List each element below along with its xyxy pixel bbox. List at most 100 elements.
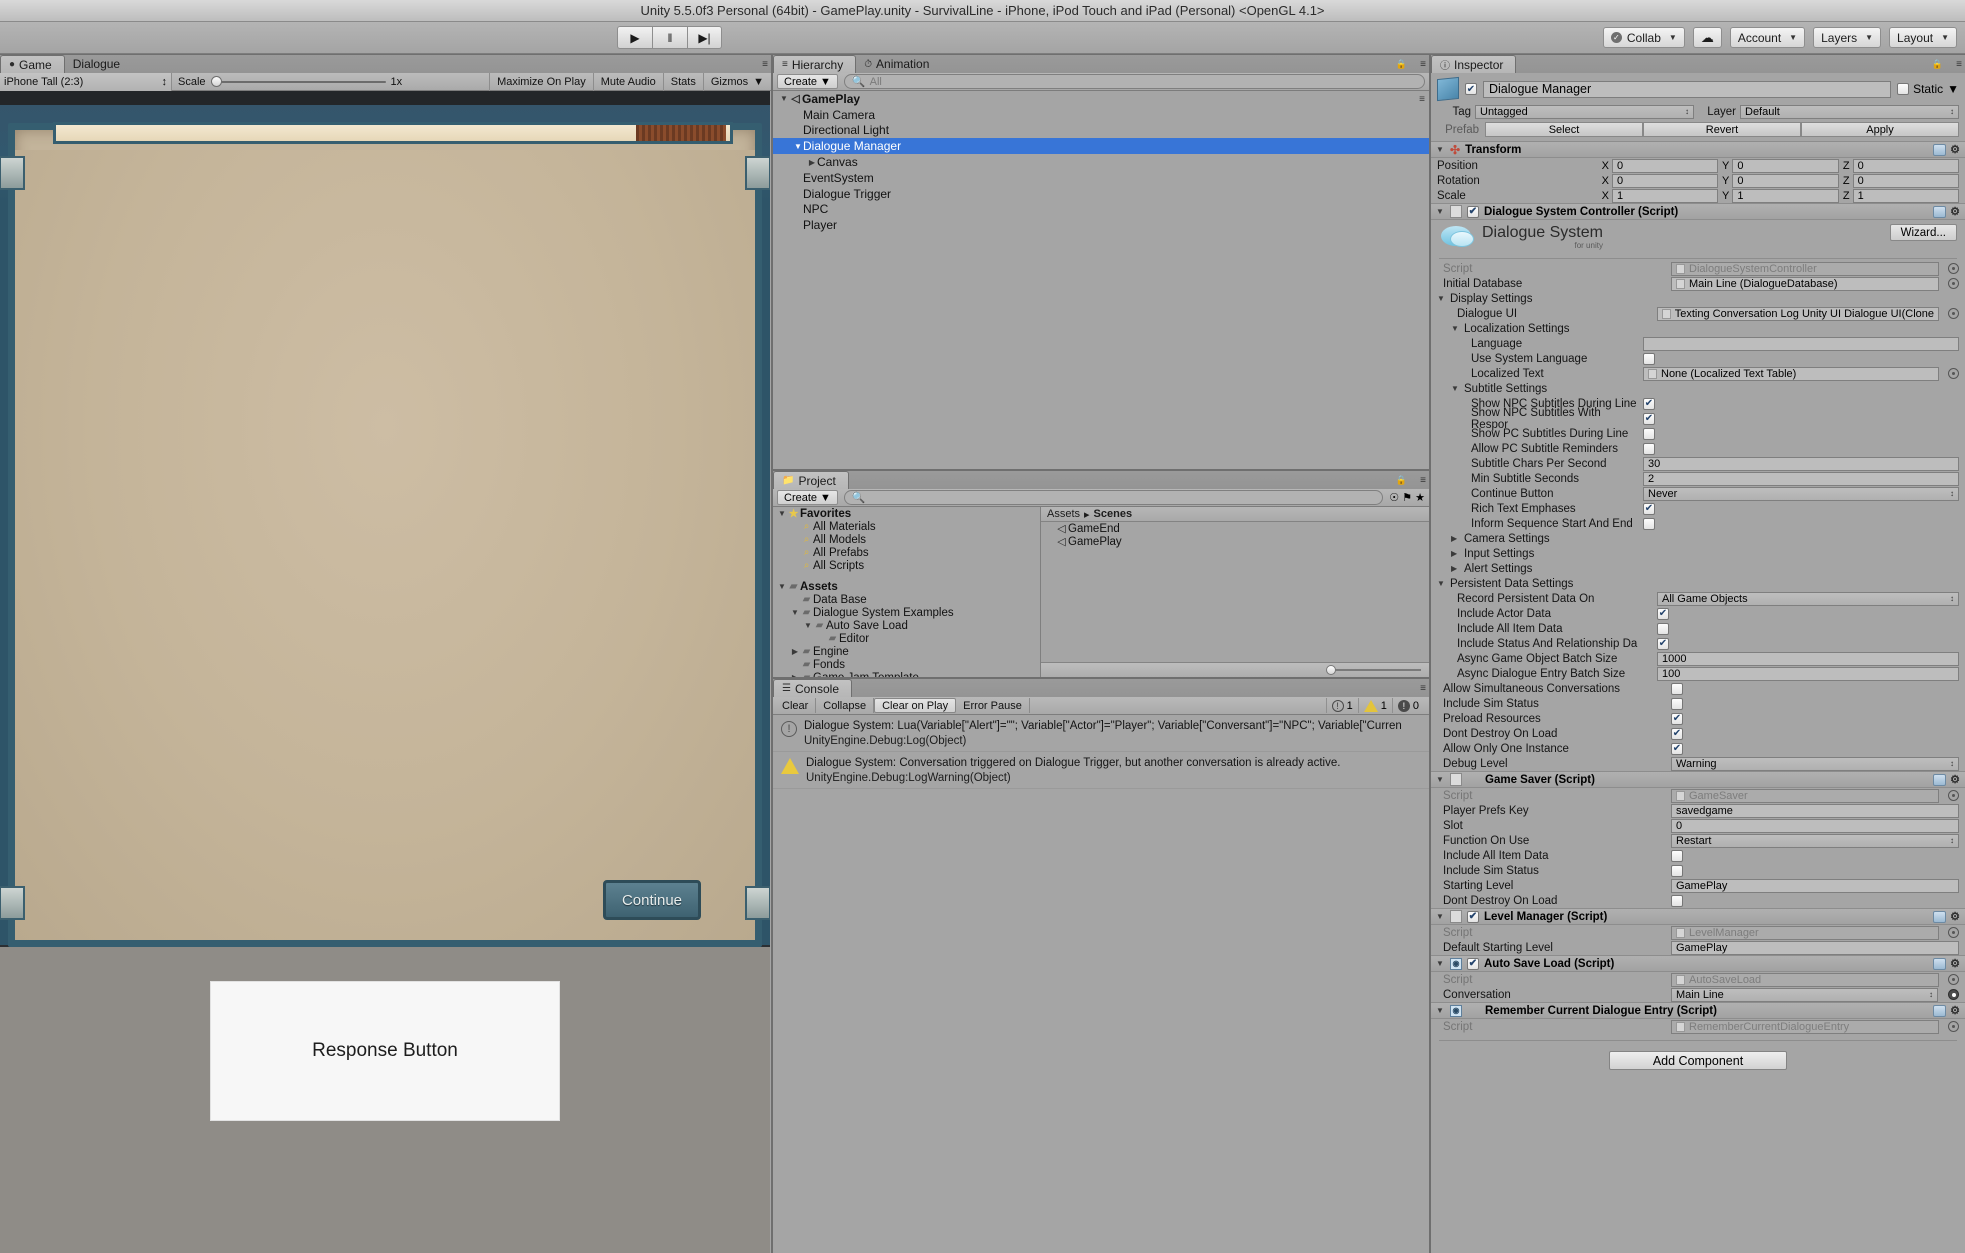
object-field-dialogue-ui[interactable]: Texting Conversation Log Unity UI Dialog… bbox=[1656, 306, 1939, 321]
gear-icon[interactable]: ⚙ bbox=[1950, 1004, 1960, 1017]
foldout-open-icon[interactable]: ▼ bbox=[790, 608, 800, 617]
console-entry[interactable]: Dialogue System: Conversation triggered … bbox=[773, 752, 1429, 789]
gameobject-enabled-checkbox[interactable] bbox=[1465, 83, 1477, 95]
gear-icon[interactable]: ⚙ bbox=[1950, 957, 1960, 970]
project-filter-icons[interactable]: ☉ ⚑ ★ bbox=[1389, 491, 1425, 504]
wizard-button[interactable]: Wizard... bbox=[1889, 224, 1957, 241]
checkbox-allow-pc-subtitle-reminders[interactable] bbox=[1643, 442, 1655, 455]
project-search-input[interactable]: 🔍 bbox=[843, 490, 1384, 505]
hierarchy-menu-icon[interactable]: ≡ bbox=[1420, 59, 1426, 70]
project-contents[interactable]: Assets ▸ Scenes ◁ GameEnd ◁ GamePlay bbox=[1041, 507, 1429, 677]
checkbox-rich-text-emphases[interactable] bbox=[1643, 502, 1655, 515]
lock-icon[interactable]: 🔒 bbox=[1932, 59, 1943, 70]
checkbox-show-npc-subtitles-during-line[interactable] bbox=[1643, 397, 1655, 410]
aspect-ratio-dropdown[interactable]: iPhone Tall (2:3) ↕ bbox=[0, 72, 172, 91]
transform-rotation-z[interactable]: 0 bbox=[1852, 173, 1959, 188]
project-tree-item-all-materials[interactable]: ⌕ All Materials bbox=[773, 520, 1040, 533]
text-field-async-dialogue-entry-batch-size[interactable]: 100 bbox=[1657, 666, 1959, 681]
foldout-arrow-icon[interactable]: ▼ bbox=[1436, 912, 1445, 921]
checkbox-include-all-item-data[interactable] bbox=[1657, 622, 1669, 635]
object-picker-icon[interactable] bbox=[1948, 989, 1959, 1000]
project-folder-tree[interactable]: ▼ ★ Favorites ⌕ All Materials ⌕ All Models ⌕ All… bbox=[773, 507, 1041, 677]
checkbox-use-system-language[interactable] bbox=[1643, 352, 1655, 365]
console-entry[interactable]: ! Dialogue System: Lua(Variable["Alert"]=… bbox=[773, 715, 1429, 752]
stats-button[interactable]: Stats bbox=[662, 72, 703, 91]
dropdown-debug-level[interactable]: Warning ↕ bbox=[1671, 756, 1959, 771]
project-asset-list[interactable]: ◁ GameEnd ◁ GamePlay bbox=[1041, 522, 1429, 549]
console-error-pause-button[interactable]: Error Pause bbox=[956, 698, 1030, 713]
zoom-slider-knob[interactable] bbox=[1326, 665, 1336, 675]
project-create-button[interactable]: Create ▼ bbox=[777, 490, 838, 505]
checkbox-allow-only-one-instance[interactable] bbox=[1671, 742, 1683, 755]
foldout-open-icon[interactable]: ▼ bbox=[777, 582, 787, 591]
foldout-open-icon[interactable]: ▼ bbox=[1451, 324, 1460, 333]
project-tree-item-assets[interactable]: ▼ ▰ Assets bbox=[773, 580, 1040, 593]
project-tree-item-editor[interactable]: ▰ Editor bbox=[773, 632, 1040, 645]
tag-dropdown[interactable]: Untagged ↕ bbox=[1475, 104, 1694, 119]
checkbox-include-sim-status[interactable] bbox=[1671, 864, 1683, 877]
transform-position-x[interactable]: 0 bbox=[1612, 158, 1719, 173]
lock-icon[interactable]: 🔒 bbox=[1396, 475, 1407, 486]
foldout-arrow-icon[interactable]: ▼ bbox=[1436, 775, 1445, 784]
hierarchy-item-canvas[interactable]: ▶ Canvas bbox=[773, 154, 1429, 170]
hierarchy-item-npc[interactable]: NPC bbox=[773, 202, 1429, 218]
object-picker-icon[interactable] bbox=[1948, 974, 1959, 985]
console-warning-counter[interactable]: 1 bbox=[1357, 698, 1392, 713]
object-field-localized-text[interactable]: None (Localized Text Table) bbox=[1643, 366, 1939, 381]
gear-icon[interactable]: ⚙ bbox=[1950, 143, 1960, 156]
chevron-down-icon[interactable]: ▼ bbox=[1947, 82, 1959, 96]
foldout-open-icon[interactable]: ▼ bbox=[1451, 384, 1460, 393]
tab-project[interactable]: 📁 Project bbox=[773, 471, 849, 489]
foldout-arrow-icon[interactable]: ▼ bbox=[1436, 145, 1445, 154]
game-view-menu-icon[interactable]: ≡ bbox=[762, 59, 768, 70]
gear-icon[interactable]: ⚙ bbox=[1950, 910, 1960, 923]
collab-button[interactable]: ✓ Collab ▼ bbox=[1602, 27, 1685, 48]
transform-scale-y[interactable]: 1 bbox=[1732, 188, 1839, 203]
text-field-player-prefs-key[interactable]: savedgame bbox=[1671, 803, 1959, 818]
project-asset-gameplay[interactable]: ◁ GamePlay bbox=[1041, 535, 1429, 549]
gameobject-name-input[interactable]: Dialogue Manager bbox=[1483, 80, 1892, 98]
console-info-counter[interactable]: ! 1 bbox=[1325, 698, 1358, 713]
foldout-open-icon[interactable]: ▼ bbox=[1437, 294, 1446, 303]
project-tree-item-all-prefabs[interactable]: ⌕ All Prefabs bbox=[773, 546, 1040, 559]
project-menu-icon[interactable]: ≡ bbox=[1420, 475, 1426, 486]
hierarchy-item-eventsystem[interactable]: EventSystem bbox=[773, 170, 1429, 186]
transform-rotation-y[interactable]: 0 bbox=[1732, 173, 1839, 188]
hierarchy-item-player[interactable]: Player bbox=[773, 217, 1429, 233]
remember-entry-header[interactable]: ▼ ◉ Remember Current Dialogue Entry (Scr… bbox=[1431, 1002, 1965, 1019]
hierarchy-item-main-camera[interactable]: Main Camera bbox=[773, 107, 1429, 123]
dropdown-conversation[interactable]: Main Line ↕ bbox=[1671, 987, 1938, 1002]
project-tree-item-game-jam-template[interactable]: ▶▰Game Jam Template bbox=[773, 671, 1040, 678]
checkbox-show-pc-subtitles-during-line[interactable] bbox=[1643, 427, 1655, 440]
transform-position-z[interactable]: 0 bbox=[1852, 158, 1959, 173]
step-button[interactable]: ▶| bbox=[687, 26, 722, 49]
project-tree-item-data-base[interactable]: ▰ Data Base bbox=[773, 593, 1040, 606]
prefab-apply-button[interactable]: Apply bbox=[1801, 122, 1959, 137]
console-clear-on-play-button[interactable]: Clear on Play bbox=[874, 698, 957, 713]
hierarchy-tree[interactable]: ≡ ▼ ◁ GamePlay Main Camera Directional Light… bbox=[773, 91, 1429, 469]
hierarchy-create-button[interactable]: Create ▼ bbox=[777, 74, 838, 89]
layout-button[interactable]: Layout ▼ bbox=[1889, 27, 1957, 48]
help-icon[interactable] bbox=[1933, 773, 1947, 786]
pause-button[interactable]: ‖ bbox=[652, 26, 687, 49]
hierarchy-item-dialogue-manager[interactable]: ▼ Dialogue Manager bbox=[773, 138, 1429, 155]
breadcrumb-scenes[interactable]: Scenes bbox=[1094, 508, 1133, 520]
project-tree-item-engine[interactable]: ▶ ▰ Engine bbox=[773, 645, 1040, 658]
hierarchy-item-dialogue-trigger[interactable]: Dialogue Trigger bbox=[773, 186, 1429, 202]
foldout-open-icon[interactable]: ▼ bbox=[777, 509, 787, 518]
foldout-arrow-icon[interactable]: ▼ bbox=[1436, 959, 1445, 968]
add-component-button[interactable]: Add Component bbox=[1609, 1051, 1787, 1070]
game-saver-header[interactable]: ▼ Game Saver (Script) ⚙ bbox=[1431, 771, 1965, 788]
project-zoom-slider[interactable] bbox=[1041, 662, 1429, 677]
text-field-starting-level[interactable]: GamePlay bbox=[1671, 878, 1959, 893]
foldout-closed-icon[interactable]: ▶ bbox=[807, 158, 817, 167]
project-tree-item-auto-save-load[interactable]: ▼ ▰ Auto Save Load bbox=[773, 619, 1040, 632]
transform-position-y[interactable]: 0 bbox=[1732, 158, 1839, 173]
foldout-open-icon[interactable]: ▼ bbox=[793, 142, 803, 151]
play-button[interactable]: ▶ bbox=[617, 26, 652, 49]
text-field-async-game-object-batch-size[interactable]: 1000 bbox=[1657, 651, 1959, 666]
text-field-default-starting-level[interactable]: GamePlay bbox=[1671, 940, 1959, 955]
foldout-open-icon[interactable]: ▼ bbox=[779, 94, 789, 103]
tab-animation[interactable]: ⏱ Animation bbox=[856, 55, 941, 73]
layer-dropdown[interactable]: Default ↕ bbox=[1740, 104, 1959, 119]
